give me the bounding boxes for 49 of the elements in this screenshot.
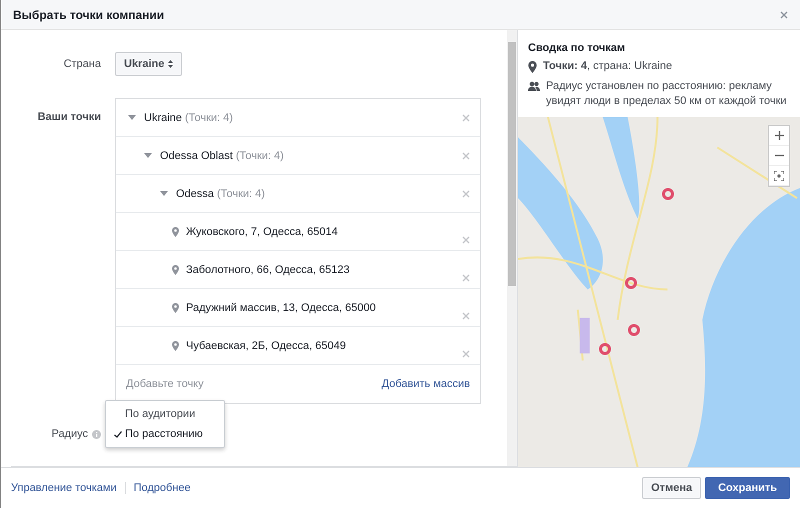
- remove-icon[interactable]: [462, 190, 470, 198]
- footer-link[interactable]: Управление точками: [11, 482, 117, 494]
- close-icon[interactable]: [780, 10, 788, 18]
- remove-icon[interactable]: [462, 152, 470, 160]
- sort-caret-icon: [168, 60, 174, 68]
- radius-summary: Радиус установлен по расстоянию: рекламу увидят люди в пределах 50 км от каждой точки: [546, 79, 788, 109]
- region-name: Ukraine (Точки: 4): [144, 112, 234, 124]
- address-text: Чубаевская, 2Б, Одесса, 65049: [186, 340, 347, 352]
- points-summary: Точки: 4, страна: Ukraine: [543, 59, 672, 74]
- menu-option[interactable]: По расстоянию: [106, 424, 224, 444]
- scrollbar[interactable]: [507, 30, 517, 466]
- radius-label: Радиус: [51, 428, 88, 440]
- focus-icon: [774, 170, 784, 180]
- country-label: Страна: [62, 58, 102, 70]
- region-name: Odessa Oblast (Точки: 4): [160, 150, 285, 162]
- map-marker-icon: [625, 277, 637, 289]
- location-pin-icon: [172, 340, 179, 350]
- cancel-button[interactable]: Отмена: [642, 477, 702, 499]
- map-marker-icon: [628, 324, 640, 336]
- check-icon: [114, 431, 122, 438]
- caret-icon[interactable]: [144, 153, 152, 158]
- add-bulk-link[interactable]: Добавить массив: [382, 378, 470, 390]
- address-text: Радужний массив, 13, Одесса, 65000: [186, 302, 377, 314]
- window-title: Выбрать точки компании: [13, 8, 164, 22]
- location-pin-icon: [528, 61, 537, 73]
- location-pin-icon: [172, 264, 179, 274]
- places-label: Ваши точки: [36, 110, 102, 123]
- region-name: Odessa (Точки: 4): [176, 188, 266, 200]
- remove-icon[interactable]: [462, 274, 470, 282]
- plus-icon: [774, 131, 784, 140]
- address-text: Жуковского, 7, Одесса, 65014: [186, 226, 339, 238]
- caret-icon[interactable]: [160, 191, 168, 196]
- address-text: Заболотного, 66, Одесса, 65123: [186, 264, 351, 276]
- remove-icon[interactable]: [462, 350, 470, 358]
- location-pin-icon: [172, 226, 179, 236]
- save-button[interactable]: Сохранить: [705, 477, 790, 499]
- remove-icon[interactable]: [462, 236, 470, 244]
- map-marker-icon: [599, 343, 611, 355]
- country-select[interactable]: Ukraine: [115, 52, 182, 76]
- menu-option[interactable]: По аудитории: [106, 404, 224, 424]
- caret-icon[interactable]: [128, 115, 136, 120]
- map-marker-icon: [662, 188, 674, 200]
- remove-icon[interactable]: [462, 312, 470, 320]
- remove-icon[interactable]: [462, 114, 470, 122]
- summary-title: Сводка по точкам: [528, 42, 626, 54]
- footer-link[interactable]: Подробнее: [134, 482, 191, 494]
- info-icon: [92, 430, 101, 438]
- location-pin-icon: [172, 302, 179, 312]
- people-icon: [528, 81, 540, 91]
